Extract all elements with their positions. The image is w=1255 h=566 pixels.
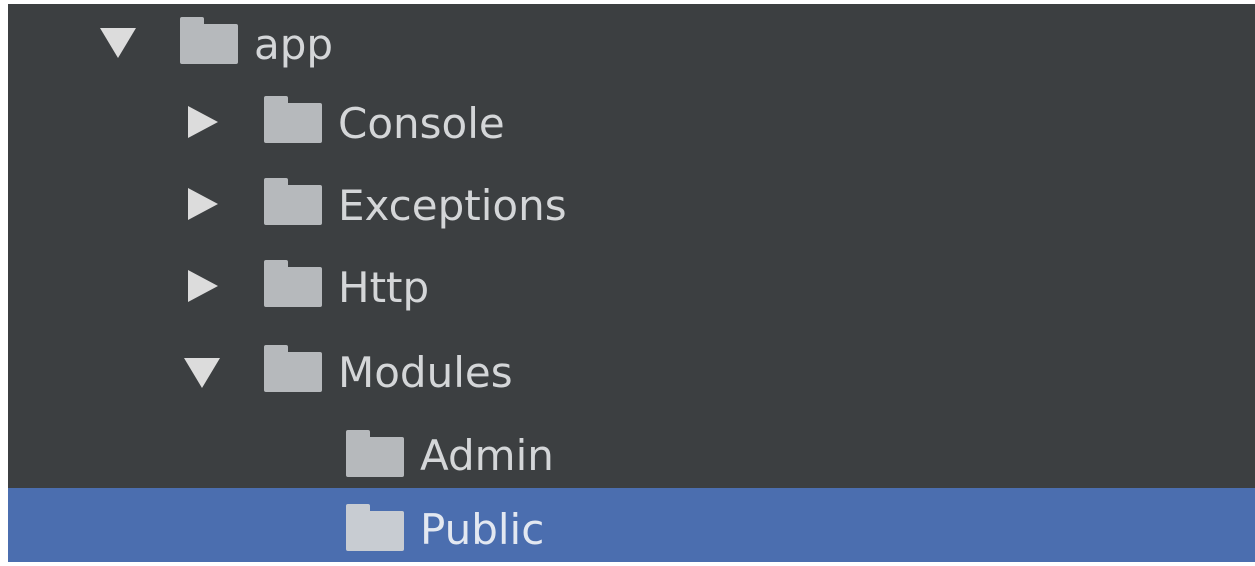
tree-item-console[interactable]: Console (8, 86, 1255, 168)
chevron-right-icon[interactable] (188, 188, 218, 220)
tree-item-label: Modules (338, 348, 513, 397)
tree-item-label: Public (420, 505, 545, 554)
chevron-down-icon[interactable] (184, 358, 220, 388)
folder-icon (264, 96, 322, 143)
folder-icon (180, 17, 238, 64)
folder-icon (264, 260, 322, 307)
tree-item-modules[interactable]: Modules (8, 332, 1255, 414)
chevron-right-icon[interactable] (188, 270, 218, 302)
tree-item-http[interactable]: Http (8, 250, 1255, 332)
tree-item-label: Exceptions (338, 181, 567, 230)
tree-item-label: Http (338, 263, 430, 312)
chevron-right-icon[interactable] (188, 106, 218, 138)
tree-item-label: Admin (420, 431, 554, 480)
tree-item-app[interactable]: app (8, 4, 1255, 86)
tree-item-admin[interactable]: Admin (8, 414, 1255, 496)
folder-icon (264, 345, 322, 392)
folder-icon (264, 178, 322, 225)
tree-item-label: app (254, 20, 334, 69)
chevron-down-icon[interactable] (100, 28, 136, 58)
tree-item-public[interactable]: Public (8, 488, 1255, 562)
project-tree: app Console Exceptions Http Modules Admi… (8, 4, 1255, 562)
folder-icon (346, 430, 404, 477)
folder-icon (346, 504, 404, 551)
tree-item-exceptions[interactable]: Exceptions (8, 168, 1255, 250)
tree-item-label: Console (338, 99, 505, 148)
